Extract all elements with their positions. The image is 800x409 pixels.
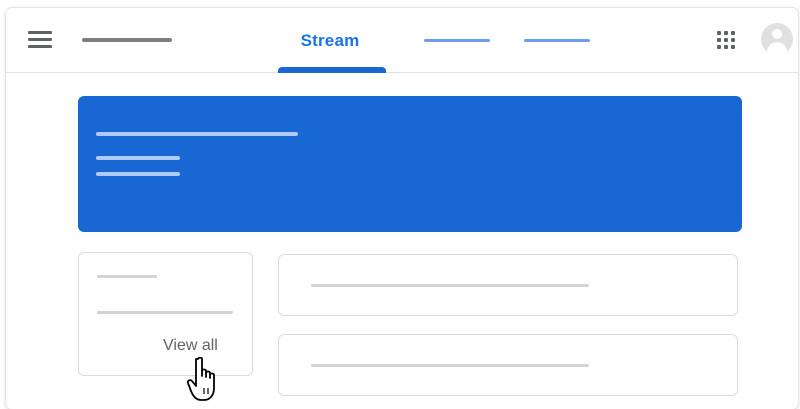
account-avatar-icon[interactable]: [761, 23, 793, 55]
classroom-window: Stream View all: [6, 8, 798, 409]
tab-people-placeholder[interactable]: [524, 39, 590, 42]
stream-post[interactable]: [278, 254, 738, 316]
tab-stream[interactable]: Stream: [278, 8, 386, 73]
banner-subtitle-placeholder: [96, 172, 180, 176]
post-text-placeholder: [311, 364, 589, 367]
upcoming-heading-placeholder: [97, 275, 157, 278]
tab-stream-label: Stream: [300, 31, 360, 50]
tab-classwork-placeholder[interactable]: [424, 39, 490, 42]
hamburger-menu-icon[interactable]: [24, 26, 56, 54]
upcoming-card: View all: [78, 252, 253, 376]
class-banner: [78, 96, 742, 232]
upcoming-item-placeholder: [97, 311, 233, 314]
stream-post[interactable]: [278, 334, 738, 396]
post-text-placeholder: [311, 284, 589, 287]
active-tab-indicator: [278, 67, 386, 73]
banner-title-placeholder: [96, 132, 298, 136]
top-app-bar: Stream: [6, 8, 798, 73]
banner-subtitle-placeholder: [96, 156, 180, 160]
apps-grid-icon[interactable]: [716, 30, 738, 52]
class-title-placeholder: [82, 38, 172, 42]
view-all-link[interactable]: View all: [163, 337, 218, 355]
